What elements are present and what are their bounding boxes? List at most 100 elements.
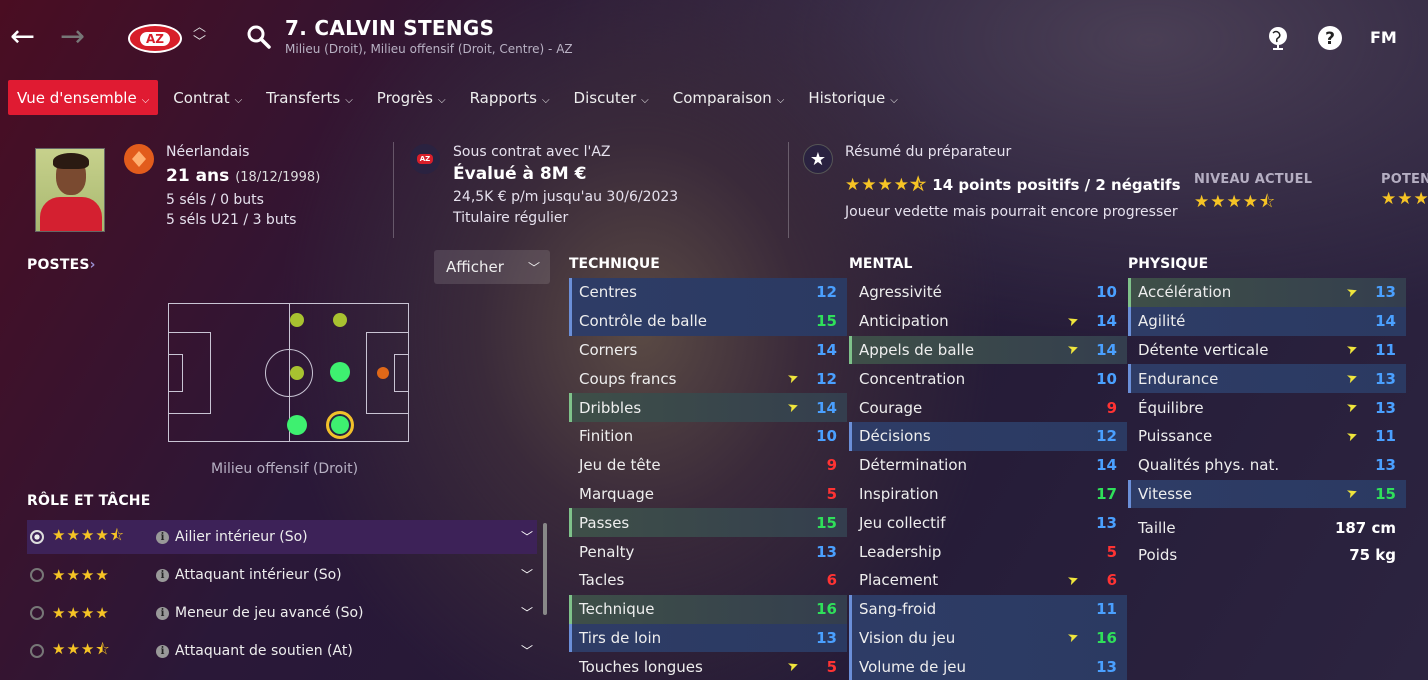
tab-comparison[interactable]: Comparaison ⌵ xyxy=(664,80,794,115)
globe-icon[interactable] xyxy=(1265,25,1291,51)
role-item[interactable]: ★★★★ i Meneur de jeu avancé (So) ﹀ xyxy=(27,596,537,630)
role-item[interactable]: ★★★⯪ i Attaquant de soutien (At) ﹀ xyxy=(27,634,537,668)
fm-logo[interactable]: FM xyxy=(1370,28,1397,47)
tab-contract[interactable]: Contrat ⌵ xyxy=(164,80,251,115)
radio-button[interactable] xyxy=(30,606,44,620)
attribute-value: 5 xyxy=(826,484,837,503)
attribute-row[interactable]: Centres 12 xyxy=(569,278,847,307)
star-icon[interactable]: ★ xyxy=(803,144,833,174)
attribute-row[interactable]: Placement ➤ 6 xyxy=(849,566,1127,595)
player-switcher[interactable]: ︿ ﹀ xyxy=(193,20,206,50)
club-badge[interactable]: AZ xyxy=(128,24,182,53)
nationality-flag-icon[interactable] xyxy=(124,144,154,174)
chevron-down-icon[interactable]: ﹀ xyxy=(521,604,533,621)
attribute-name: Dribbles xyxy=(579,398,642,417)
position-dot[interactable] xyxy=(333,313,347,327)
attribute-row[interactable]: Décisions 12 xyxy=(849,421,1127,451)
attribute-row[interactable]: Marquage 5 xyxy=(569,480,847,509)
attribute-value: 6 xyxy=(1106,571,1117,590)
attribute-key-icon: ➤ xyxy=(1065,629,1082,647)
attribute-name: Vitesse xyxy=(1138,484,1193,503)
attribute-row[interactable]: Anticipation ➤ 14 xyxy=(849,307,1127,336)
tab-discuss[interactable]: Discuter ⌵ xyxy=(565,80,658,115)
attribute-row[interactable]: Finition 10 xyxy=(569,422,847,451)
tab-progress[interactable]: Progrès ⌵ xyxy=(368,80,455,115)
info-icon[interactable]: i xyxy=(156,644,169,658)
chevron-down-icon[interactable]: ﹀ xyxy=(521,642,533,659)
attribute-row[interactable]: Jeu de tête 9 xyxy=(569,451,847,480)
attribute-row[interactable]: Inspiration 17 xyxy=(849,480,1127,509)
attribute-name: Détente verticale xyxy=(1138,340,1269,359)
attribute-row[interactable]: Qualités phys. nat. 13 xyxy=(1128,451,1406,480)
forward-arrow-icon[interactable]: → xyxy=(60,22,85,52)
role-item[interactable]: ★★★★ i Attaquant intérieur (So) ﹀ xyxy=(27,558,537,592)
attribute-name: Volume de jeu xyxy=(859,657,966,676)
role-list-scrollbar[interactable] xyxy=(543,523,547,615)
attribute-row[interactable]: Leadership 5 xyxy=(849,537,1127,566)
attribute-row[interactable]: Accélération ➤ 13 xyxy=(1128,278,1406,307)
chevron-down-icon[interactable]: ﹀ xyxy=(193,35,206,50)
position-dot[interactable] xyxy=(290,313,304,327)
attribute-row[interactable]: Coups francs ➤ 12 xyxy=(569,364,847,393)
attribute-name: Détermination xyxy=(859,456,968,475)
attribute-row[interactable]: Penalty 13 xyxy=(569,537,847,566)
attribute-row[interactable]: Passes 15 xyxy=(569,508,847,538)
club-badge-icon[interactable]: AZ xyxy=(410,144,440,174)
help-icon[interactable]: ? xyxy=(1317,25,1343,51)
attribute-name: Finition xyxy=(579,427,634,446)
attribute-row[interactable]: Contrôle de balle 15 xyxy=(569,306,847,336)
attribute-row[interactable]: Vision du jeu ➤ 16 xyxy=(849,623,1127,653)
radio-button[interactable] xyxy=(30,568,44,582)
info-icon[interactable]: i xyxy=(156,568,169,582)
chevron-down-icon[interactable]: ﹀ xyxy=(521,528,533,545)
player-positions: Milieu (Droit), Milieu offensif (Droit, … xyxy=(285,42,573,56)
display-filter-dropdown[interactable]: Afficher ﹀ xyxy=(434,250,550,284)
info-icon[interactable]: i xyxy=(156,606,169,620)
info-icon[interactable]: i xyxy=(156,530,169,544)
attribute-row[interactable]: Dribbles ➤ 14 xyxy=(569,393,847,422)
attribute-row[interactable]: Jeu collectif 13 xyxy=(849,508,1127,537)
tab-history[interactable]: Historique ⌵ xyxy=(799,80,907,115)
position-dot[interactable] xyxy=(330,362,350,382)
position-dot[interactable] xyxy=(290,366,304,380)
attribute-row[interactable]: Agressivité 10 xyxy=(849,278,1127,307)
attribute-row[interactable]: Tacles 6 xyxy=(569,566,847,595)
attribute-value: 11 xyxy=(1375,340,1396,359)
position-dot[interactable] xyxy=(377,367,389,379)
attribute-row[interactable]: Détermination 14 xyxy=(849,451,1127,480)
chevron-down-icon[interactable]: ﹀ xyxy=(521,566,533,583)
attribute-row[interactable]: Agilité 14 xyxy=(1128,306,1406,336)
attribute-row[interactable]: Technique 16 xyxy=(569,594,847,624)
attribute-row[interactable]: Corners 14 xyxy=(569,336,847,365)
attribute-row[interactable]: Courage 9 xyxy=(849,393,1127,422)
back-arrow-icon[interactable]: ← xyxy=(10,22,35,52)
role-item[interactable]: ★★★★⯪ i Ailier intérieur (So) ﹀ xyxy=(27,520,537,554)
attribute-row[interactable]: Vitesse ➤ 15 xyxy=(1128,479,1406,509)
tab-reports[interactable]: Rapports ⌵ xyxy=(461,80,559,115)
attribute-row[interactable]: Équilibre ➤ 13 xyxy=(1128,393,1406,422)
radio-button[interactable] xyxy=(30,644,44,658)
squad-status: Titulaire régulier xyxy=(453,210,569,226)
attribute-row[interactable]: Appels de balle ➤ 14 xyxy=(849,335,1127,365)
attribute-row[interactable]: Sang-froid 11 xyxy=(849,594,1127,624)
attribute-row[interactable]: Détente verticale ➤ 11 xyxy=(1128,336,1406,365)
attribute-name: Endurance xyxy=(1138,369,1219,388)
attribute-row[interactable]: Volume de jeu 13 xyxy=(849,652,1127,680)
tab-overview[interactable]: Vue d'ensemble ⌵ xyxy=(8,80,159,115)
attribute-row[interactable]: Concentration 10 xyxy=(849,364,1127,393)
attribute-row[interactable]: Touches longues ➤ 5 xyxy=(569,652,847,680)
tab-transfers[interactable]: Transferts ⌵ xyxy=(257,80,362,115)
attribute-row[interactable]: Endurance ➤ 13 xyxy=(1128,364,1406,394)
radio-button[interactable] xyxy=(30,530,44,544)
selected-position-dot[interactable] xyxy=(326,411,354,439)
position-dot[interactable] xyxy=(287,415,307,435)
attribute-row[interactable]: Puissance ➤ 11 xyxy=(1128,422,1406,451)
potential-stars[interactable]: ★★★★ xyxy=(1381,189,1428,209)
search-icon[interactable] xyxy=(246,24,272,50)
current-level-stars[interactable]: ★★★★⯪ xyxy=(1194,189,1276,218)
chevron-up-icon[interactable]: ︿ xyxy=(193,20,206,35)
attribute-row[interactable]: Tirs de loin 13 xyxy=(569,623,847,653)
player-photo[interactable] xyxy=(35,148,105,232)
positions-title[interactable]: POSTES› xyxy=(27,257,96,273)
attribute-name: Concentration xyxy=(859,369,966,388)
